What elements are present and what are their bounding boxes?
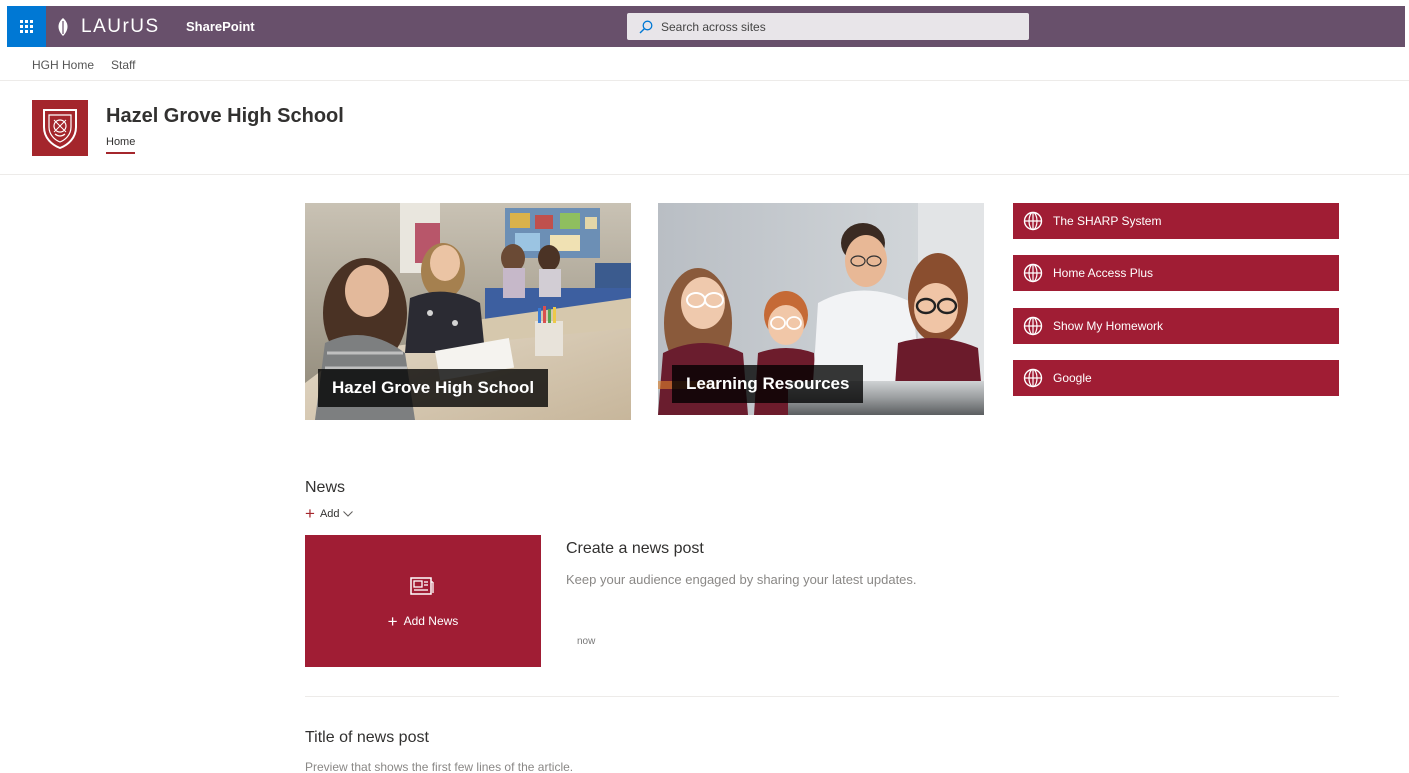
globe-icon	[1023, 368, 1043, 388]
globe-icon	[1023, 263, 1043, 283]
add-news-tile[interactable]: + Add News	[305, 535, 541, 667]
site-logo[interactable]	[32, 100, 88, 156]
quick-link-label: Show My Homework	[1053, 319, 1164, 333]
quick-link-label: Google	[1053, 371, 1092, 385]
globe-icon	[1023, 211, 1043, 231]
hub-nav-item-hgh-home[interactable]: HGH Home	[32, 58, 94, 72]
quick-link-label: The SHARP System	[1053, 214, 1162, 228]
news-post-title[interactable]: Title of news post	[305, 729, 429, 747]
brand-logo[interactable]: LAUrUS	[57, 6, 160, 47]
app-name-link[interactable]: SharePoint	[186, 6, 255, 47]
hub-nav: HGH Home Staff	[0, 47, 1409, 81]
news-icon	[410, 577, 434, 595]
search-icon	[639, 20, 653, 33]
create-news-time: now	[577, 636, 596, 647]
quick-link-show-my-homework[interactable]: Show My Homework	[1013, 308, 1339, 344]
hero-tile-learning-resources[interactable]: Learning Resources	[658, 203, 984, 415]
suite-bar: LAUrUS SharePoint	[7, 6, 1405, 47]
site-title[interactable]: Hazel Grove High School	[106, 105, 344, 128]
site-header: Hazel Grove High School Home	[0, 82, 1409, 175]
app-launcher-button[interactable]	[7, 6, 46, 47]
hero-caption: Learning Resources	[672, 365, 864, 403]
quick-link-home-access-plus[interactable]: Home Access Plus	[1013, 255, 1339, 291]
search-input[interactable]	[661, 19, 1001, 34]
news-add-label: Add	[319, 508, 340, 520]
quick-link-sharp-system[interactable]: The SHARP System	[1013, 203, 1339, 239]
globe-icon	[1023, 316, 1043, 336]
news-divider	[305, 696, 1339, 697]
add-news-button[interactable]: + Add News	[305, 612, 541, 632]
brand-name: LAUrUS	[81, 15, 160, 37]
quick-link-label: Home Access Plus	[1053, 266, 1154, 280]
site-nav-home[interactable]: Home	[106, 136, 136, 154]
news-post-preview: Preview that shows the first few lines o…	[305, 760, 574, 773]
quick-link-google[interactable]: Google	[1013, 360, 1339, 396]
shield-crest-icon	[43, 109, 77, 149]
add-news-label: Add News	[403, 614, 459, 628]
leaf-icon	[58, 17, 68, 36]
hero-tile-school[interactable]: Hazel Grove High School	[305, 203, 631, 420]
plus-icon: +	[305, 504, 315, 523]
chevron-down-icon	[342, 511, 353, 517]
create-news-title[interactable]: Create a news post	[566, 540, 704, 558]
waffle-icon	[20, 20, 33, 33]
plus-icon: +	[387, 612, 398, 631]
news-heading: News	[305, 479, 346, 496]
hero-caption: Hazel Grove High School	[318, 369, 549, 407]
news-add-button[interactable]: + Add	[305, 504, 353, 523]
create-news-description: Keep your audience engaged by sharing yo…	[566, 572, 917, 587]
search-box[interactable]	[627, 13, 1029, 40]
hub-nav-item-staff[interactable]: Staff	[111, 58, 135, 72]
